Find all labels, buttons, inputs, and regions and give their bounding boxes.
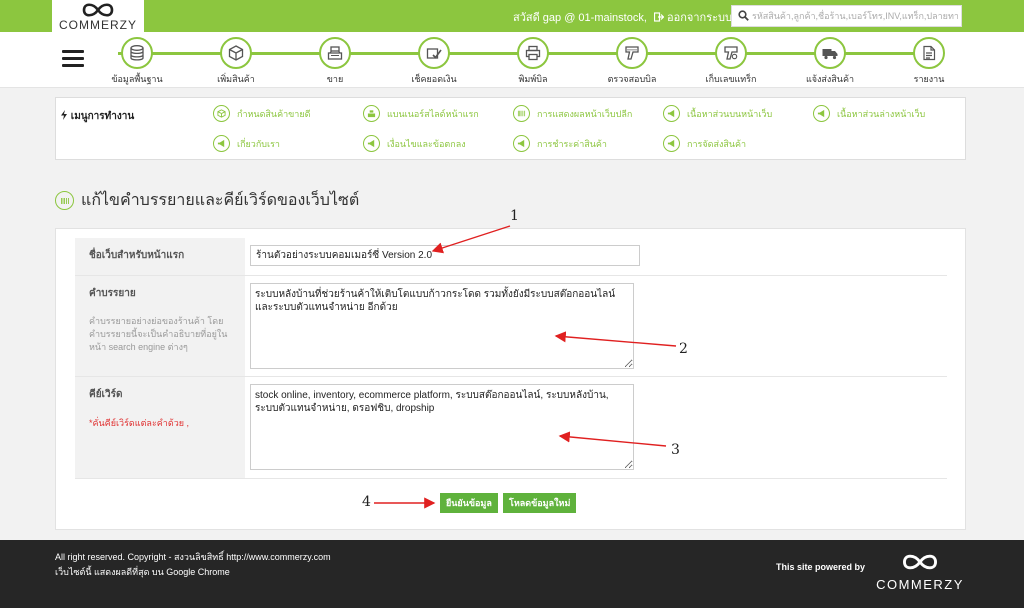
keywords-row: คีย์เวิร์ด *คั่นคีย์เวิร์ดแต่ละคำด้วย , …: [75, 377, 947, 479]
annotation-number-1: 1: [510, 208, 519, 224]
footer-brand-name: COMMERZY: [876, 577, 964, 592]
keywords-label: คีย์เวิร์ด: [89, 389, 123, 400]
box-icon: [228, 45, 244, 61]
confirm-button[interactable]: ยืนยันข้อมูล: [440, 493, 498, 513]
nav-item-tracking[interactable]: เก็บเลขแทร็ก: [686, 37, 776, 86]
nav-item-check-balance[interactable]: เช็คยอดเงิน: [389, 37, 479, 86]
page-title: แก้ไขคำบรรยายและคีย์เวิร์ดของเว็บไซต์: [55, 188, 359, 213]
brand-logo[interactable]: COMMERZY: [52, 0, 144, 32]
work-menu-title-text: เมนูการทำงาน: [70, 111, 135, 122]
megaphone-icon: [367, 139, 375, 148]
barcode-icon: [517, 110, 526, 117]
megaphone-icon: [667, 109, 675, 118]
infinity-logo-icon: [82, 3, 114, 17]
menu-item-terms[interactable]: เงื่อนไขและข้อตกลง: [363, 135, 466, 152]
database-icon: [130, 45, 144, 61]
logout-link[interactable]: ออกจากระบบ: [653, 12, 732, 24]
nav-item-report[interactable]: รายงาน: [884, 37, 974, 86]
printer-icon: [525, 45, 541, 61]
work-menu-panel: เมนูการทำงาน กำหนดสินค้าขายดี แบนเนอร์สไ…: [55, 97, 966, 160]
seo-form-card: ชื่อเว็บสำหรับหน้าแรก คำบรรยาย คำบรรยายอ…: [55, 228, 966, 530]
nav-item-sell[interactable]: ขาย: [290, 37, 380, 86]
description-help: คำบรรยายอย่างย่อของร้านค้า โดยคำบรรยายนี…: [89, 316, 228, 352]
main-nav: ข้อมูลพื้นฐาน เพิ่มสินค้า ขาย เช็คยอดเงิ…: [0, 32, 1024, 88]
nav-item-print-bill[interactable]: พิมพ์บิล: [488, 37, 578, 86]
cash-register-icon: [367, 110, 376, 118]
annotation-number-4: 4: [362, 494, 371, 510]
cash-register-icon: [327, 46, 343, 60]
nav-item-shipping-notice[interactable]: แจ้งส่งสินค้า: [785, 37, 875, 86]
barcode-scanner-icon: [625, 46, 639, 60]
nav-item-basic-data[interactable]: ข้อมูลพื้นฐาน: [92, 37, 182, 86]
work-menu-title: เมนูการทำงาน: [60, 109, 134, 124]
logout-label: ออกจากระบบ: [667, 12, 732, 24]
menu-item-retail-display[interactable]: การแสดงผลหน้าเว็บปลีก: [513, 105, 632, 122]
infinity-logo-icon: [902, 554, 938, 570]
annotation-number-3: 3: [671, 442, 680, 458]
bolt-icon: [61, 110, 67, 120]
search-box[interactable]: [731, 5, 962, 27]
keywords-textarea[interactable]: stock online, inventory, ecommerce platf…: [250, 384, 634, 470]
footer-brand-logo[interactable]: COMMERZY: [870, 552, 970, 592]
description-textarea[interactable]: ระบบหลังบ้านที่ช่วยร้านค้าให้เติบโตแบบก้…: [250, 283, 634, 369]
menu-item-shipping[interactable]: การจัดส่งสินค้า: [663, 135, 746, 152]
menu-item-bottom-content[interactable]: เนื้อหาส่วนล่างหน้าเว็บ: [813, 105, 925, 122]
menu-item-about-us[interactable]: เกี่ยวกับเรา: [213, 135, 280, 152]
top-bar: COMMERZY สวัสดี gap @ 01-mainstock, ออกจ…: [0, 0, 1024, 32]
reload-button[interactable]: โหลดข้อมูลใหม่: [503, 493, 577, 513]
menu-item-payment[interactable]: การชำระค่าสินค้า: [513, 135, 607, 152]
report-icon: [923, 45, 936, 61]
menu-item-top-content[interactable]: เนื้อหาส่วนบนหน้าเว็บ: [663, 105, 772, 122]
money-check-icon: [426, 48, 442, 59]
megaphone-icon: [667, 139, 675, 148]
search-icon: [738, 10, 749, 21]
page-title-text: แก้ไขคำบรรยายและคีย์เวิร์ดของเว็บไซต์: [81, 192, 360, 209]
annotation-number-2: 2: [679, 341, 688, 357]
search-input[interactable]: [752, 8, 958, 24]
sign-out-icon: [653, 12, 665, 22]
footer-copyright: All right reserved. Copyright - สงวนลิขส…: [55, 552, 331, 562]
user-greeting: สวัสดี gap @ 01-mainstock, ออกจากระบบ: [513, 8, 732, 26]
footer-powered-by: This site powered by: [776, 562, 866, 572]
nav-item-add-product[interactable]: เพิ่มสินค้า: [191, 37, 281, 86]
tracking-icon: [724, 46, 738, 60]
site-name-label: ชื่อเว็บสำหรับหน้าแรก: [89, 250, 185, 261]
box-icon: [217, 109, 226, 118]
description-label: คำบรรยาย: [89, 288, 136, 299]
greeting-text: สวัสดี gap @ 01-mainstock,: [513, 12, 647, 24]
footer-browser-note: เว็บไซต์นี้ แสดงผลดีที่สุด บน Google Chr…: [55, 567, 230, 577]
megaphone-icon: [217, 139, 225, 148]
site-name-input[interactable]: [250, 245, 640, 266]
keywords-help: *คั่นคีย์เวิร์ดแต่ละคำด้วย ,: [89, 418, 190, 428]
truck-icon: [822, 49, 838, 60]
brand-name: COMMERZY: [59, 18, 137, 32]
hamburger-menu-icon[interactable]: [62, 50, 84, 68]
site-footer: All right reserved. Copyright - สงวนลิขส…: [0, 540, 1024, 608]
description-row: คำบรรยาย คำบรรยายอย่างย่อของร้านค้า โดยค…: [75, 276, 947, 377]
megaphone-icon: [517, 139, 525, 148]
nav-item-verify-bill[interactable]: ตรวจสอบบิล: [587, 37, 677, 86]
menu-item-banner-slide[interactable]: แบนเนอร์สไลด์หน้าแรก: [363, 105, 479, 122]
site-name-row: ชื่อเว็บสำหรับหน้าแรก: [75, 238, 947, 276]
menu-item-bestsellers[interactable]: กำหนดสินค้าขายดี: [213, 105, 310, 122]
megaphone-icon: [817, 109, 825, 118]
barcode-icon: [60, 197, 69, 204]
